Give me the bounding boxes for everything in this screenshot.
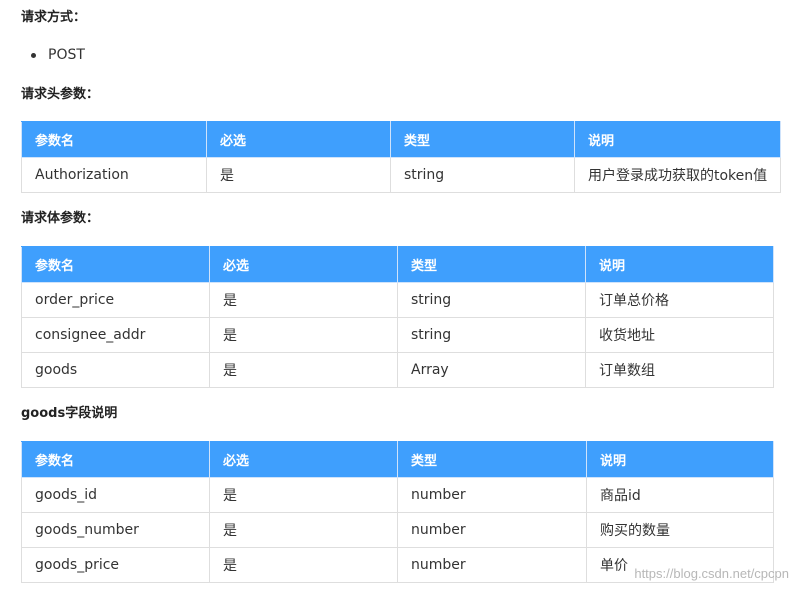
table-cell: string [390,157,575,193]
column-header: 说明 [585,246,774,283]
table-cell: goods_number [21,512,210,548]
table-cell: goods_price [21,547,210,583]
request-method-list: POST [31,45,85,65]
column-header: 类型 [390,121,575,158]
column-header: 类型 [397,246,586,283]
table-row: goods_id 是 number 商品id [21,477,774,513]
table-cell: 是 [209,352,398,388]
table-cell: 是 [206,157,391,193]
table-cell: number [397,512,587,548]
table-cell: string [397,282,586,318]
watermark: https://blog.csdn.net/cpcpn [634,566,789,581]
table-header-row: 参数名 必选 类型 说明 [21,246,774,283]
table-cell: 订单数组 [585,352,774,388]
request-body-heading: 请求体参数： [21,211,100,226]
table-cell: goods_id [21,477,210,513]
column-header: 参数名 [21,246,210,283]
table-row: goods_number 是 number 购买的数量 [21,512,774,548]
table-cell: 用户登录成功获取的token值 [574,157,781,193]
column-header: 必选 [209,441,398,478]
column-header: 必选 [206,121,391,158]
request-method-value: POST [48,47,85,63]
request-header-table: 参数名 必选 类型 说明 Authorization 是 string 用户登录成功获取的t… [21,121,781,193]
table-cell: 是 [209,547,398,583]
table-cell: order_price [21,282,210,318]
table-cell: number [397,547,587,583]
column-header: 类型 [397,441,587,478]
table-cell: 购买的数量 [586,512,774,548]
table-row: goods 是 Array 订单数组 [21,352,774,388]
table-row: Authorization 是 string 用户登录成功获取的token值 [21,157,781,193]
table-cell: 是 [209,512,398,548]
table-cell: 收货地址 [585,317,774,353]
table-cell: consignee_addr [21,317,210,353]
request-method-item: POST [31,45,85,65]
table-row: consignee_addr 是 string 收货地址 [21,317,774,353]
column-header: 说明 [574,121,781,158]
table-cell: number [397,477,587,513]
table-cell: string [397,317,586,353]
request-body-table: 参数名 必选 类型 说明 order_price 是 string 订单总价格 consign… [21,246,774,388]
column-header: 说明 [586,441,774,478]
table-cell: Authorization [21,157,207,193]
table-cell: 是 [209,317,398,353]
column-header: 必选 [209,246,398,283]
table-cell: goods [21,352,210,388]
table-cell: 商品id [586,477,774,513]
bullet-icon [31,52,36,58]
table-cell: 订单总价格 [585,282,774,318]
table-header-row: 参数名 必选 类型 说明 [21,441,774,478]
request-method-heading: 请求方式： [21,10,87,25]
column-header: 参数名 [21,121,207,158]
table-row: order_price 是 string 订单总价格 [21,282,774,318]
table-cell: 是 [209,282,398,318]
goods-fields-table: 参数名 必选 类型 说明 goods_id 是 number 商品id goods_numbe… [21,441,774,583]
table-cell: 是 [209,477,398,513]
table-header-row: 参数名 必选 类型 说明 [21,121,781,158]
request-header-heading: 请求头参数： [21,87,100,102]
goods-fields-heading: goods字段说明 [21,406,118,421]
table-cell: Array [397,352,586,388]
column-header: 参数名 [21,441,210,478]
